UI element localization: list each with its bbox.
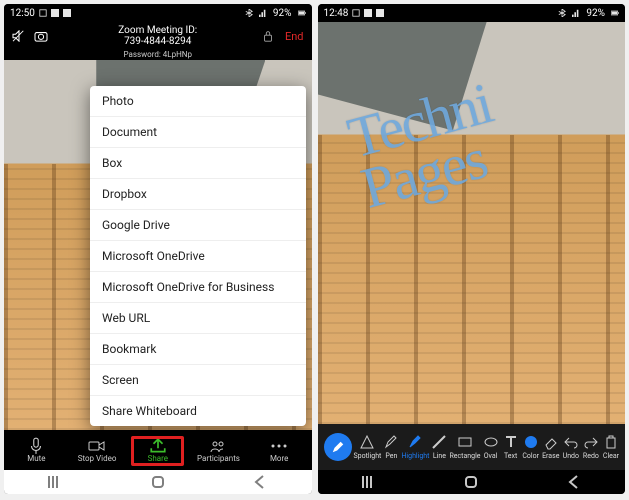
back-icon[interactable] <box>565 473 583 491</box>
status-bar: 12:48 92% <box>318 4 626 22</box>
annotation-toggle-button[interactable] <box>324 433 352 461</box>
phone-left: 12:50 92% Zoom Meeting ID: 739-4844-8294… <box>4 4 312 494</box>
spotlight-label: Spotlight <box>354 452 382 460</box>
camera-flip-icon[interactable] <box>34 30 48 42</box>
pen-label: Pen <box>385 452 397 460</box>
stop-video-button[interactable]: Stop Video <box>67 439 128 463</box>
line-button[interactable]: Line <box>429 434 449 460</box>
text-button[interactable]: Text <box>501 434 521 460</box>
back-icon[interactable] <box>251 473 269 491</box>
color-label: Color <box>522 452 539 460</box>
share-item-document[interactable]: Document <box>90 116 306 147</box>
notif-icon-2 <box>63 9 71 17</box>
rectangle-label: Rectangle <box>449 452 480 460</box>
mute-label: Mute <box>27 454 45 463</box>
redo-label: Redo <box>583 452 599 460</box>
undo-button[interactable]: Undo <box>561 434 581 460</box>
share-menu: Photo Document Box Dropbox Google Drive … <box>90 86 306 426</box>
pen-button[interactable]: Pen <box>381 434 401 460</box>
status-time: 12:48 <box>324 8 349 19</box>
more-button[interactable]: More <box>249 439 310 463</box>
erase-label: Erase <box>542 452 559 460</box>
recents-icon[interactable] <box>360 473 378 491</box>
share-item-photo[interactable]: Photo <box>90 86 306 116</box>
clear-button[interactable]: Clear <box>601 434 621 460</box>
more-label: More <box>270 454 288 463</box>
share-item-weburl[interactable]: Web URL <box>90 302 306 333</box>
lock-icon <box>261 30 275 42</box>
bluetooth-icon <box>245 9 253 17</box>
share-item-onedrive[interactable]: Microsoft OneDrive <box>90 240 306 271</box>
highlight-label: Highlight <box>401 452 429 460</box>
text-label: Text <box>504 452 517 460</box>
share-item-googledrive[interactable]: Google Drive <box>90 209 306 240</box>
stop-video-label: Stop Video <box>78 454 117 463</box>
annotation-toolbar: Spotlight Pen Highlight Line Rectangle O… <box>318 424 626 470</box>
notif-icon-2 <box>376 9 384 17</box>
signal-icon <box>259 9 267 17</box>
android-nav <box>4 470 312 494</box>
recents-icon[interactable] <box>46 473 64 491</box>
share-item-screen[interactable]: Screen <box>90 364 306 395</box>
home-icon[interactable] <box>462 473 480 491</box>
zoom-header: Zoom Meeting ID: 739-4844-8294 End <box>4 22 312 50</box>
participants-button[interactable]: Participants <box>188 439 249 463</box>
status-battery: 92% <box>273 8 292 19</box>
erase-button[interactable]: Erase <box>541 434 561 460</box>
signal-icon <box>572 9 580 17</box>
battery-icon <box>611 9 619 17</box>
password-label: Password: 4LpHNp <box>4 50 312 60</box>
status-battery: 92% <box>586 8 605 19</box>
home-icon[interactable] <box>149 473 167 491</box>
annotation-canvas[interactable]: Techni Pages <box>318 22 626 424</box>
pencil-icon <box>331 440 345 454</box>
clear-label: Clear <box>603 452 619 460</box>
phone-right: 12:48 92% Techni Pages Spotlight <box>318 4 626 494</box>
bluetooth-icon <box>558 9 566 17</box>
end-button[interactable]: End <box>285 30 304 43</box>
share-item-whiteboard[interactable]: Share Whiteboard <box>90 395 306 426</box>
volte-icon <box>352 9 360 17</box>
share-item-onedrive-biz[interactable]: Microsoft OneDrive for Business <box>90 271 306 302</box>
undo-label: Undo <box>563 452 579 460</box>
android-nav <box>318 470 626 494</box>
oval-button[interactable]: Oval <box>480 434 500 460</box>
speaker-icon[interactable] <box>12 30 26 42</box>
notif-icon <box>51 9 59 17</box>
spotlight-button[interactable]: Spotlight <box>354 434 382 460</box>
share-item-bookmark[interactable]: Bookmark <box>90 333 306 364</box>
share-label: Share <box>148 454 168 463</box>
share-item-box[interactable]: Box <box>90 147 306 178</box>
line-label: Line <box>433 452 446 460</box>
share-button[interactable]: Share <box>127 439 188 463</box>
status-bar: 12:50 92% <box>4 4 312 22</box>
camera-view: Photo Document Box Dropbox Google Drive … <box>4 60 312 430</box>
zoom-bottom-toolbar: Mute Stop Video Share Participants More <box>4 430 312 470</box>
rectangle-button[interactable]: Rectangle <box>449 434 480 460</box>
participants-label: Participants <box>197 454 240 463</box>
volte-icon <box>39 9 47 17</box>
status-time: 12:50 <box>10 8 35 19</box>
share-item-dropbox[interactable]: Dropbox <box>90 178 306 209</box>
battery-icon <box>298 9 306 17</box>
mute-button[interactable]: Mute <box>6 439 67 463</box>
oval-label: Oval <box>484 452 498 460</box>
redo-button[interactable]: Redo <box>581 434 601 460</box>
highlight-button[interactable]: Highlight <box>401 434 429 460</box>
notif-icon <box>364 9 372 17</box>
color-button[interactable]: Color <box>521 434 541 460</box>
